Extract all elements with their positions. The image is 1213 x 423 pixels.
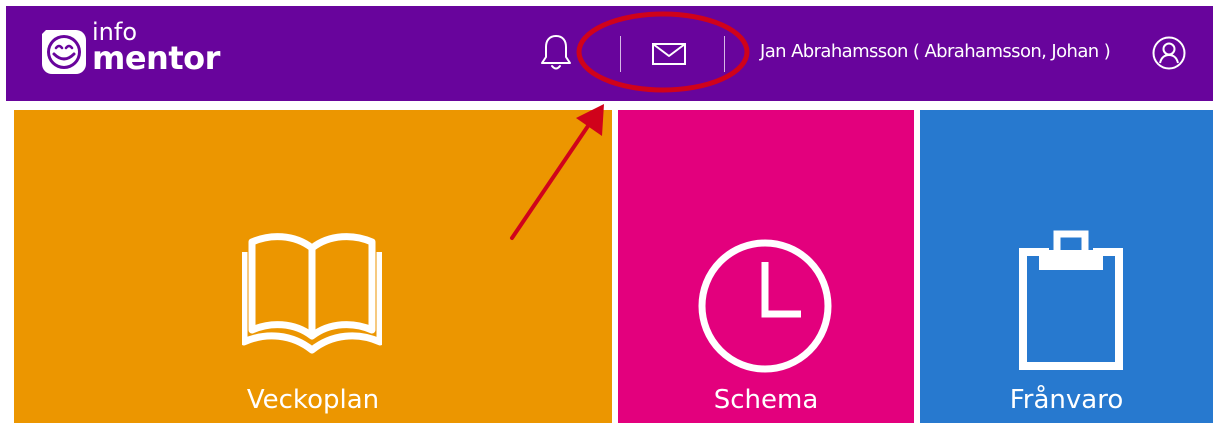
navbar-divider xyxy=(620,36,621,72)
envelope-icon[interactable] xyxy=(646,36,692,70)
clock-icon xyxy=(698,239,832,373)
logo-word-mentor: mentor xyxy=(92,39,220,77)
user-name[interactable]: Jan Abrahamsson ( Abrahamsson, Johan ) xyxy=(760,39,1111,65)
tile-franvaro[interactable]: Frånvaro xyxy=(920,110,1213,423)
clipboard-icon xyxy=(1019,230,1123,370)
tile-label: Frånvaro xyxy=(1009,385,1124,415)
infomentor-logo[interactable]: info mentor xyxy=(38,18,248,82)
tile-veckoplan[interactable]: Veckoplan xyxy=(14,110,612,423)
bell-icon[interactable] xyxy=(538,33,574,73)
smiley-logo-icon xyxy=(42,30,86,74)
tile-label: Schema xyxy=(713,385,819,415)
navbar-divider xyxy=(724,36,725,72)
tile-label: Veckoplan xyxy=(246,385,380,415)
user-circle-icon[interactable] xyxy=(1152,36,1186,70)
book-icon xyxy=(242,233,382,354)
top-navbar: info mentor Jan Abrahamsson ( Abrahamsso… xyxy=(6,6,1213,101)
tile-schema[interactable]: Schema xyxy=(618,110,914,423)
